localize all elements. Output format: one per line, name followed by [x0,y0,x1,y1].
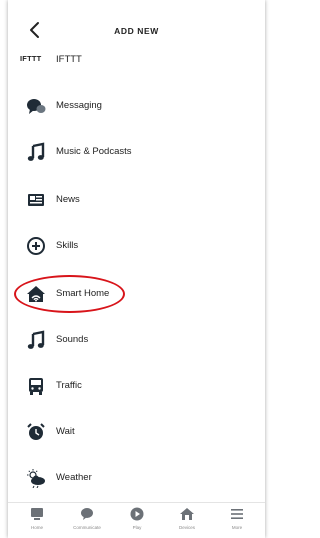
list-item-label: Weather [56,472,92,483]
list-item-skills[interactable]: Skills [8,226,265,266]
list-item-label: Messaging [56,100,102,111]
list-item-ifttt[interactable]: IFTTT IFTTT [8,40,265,80]
list-item-traffic[interactable]: Traffic [8,366,265,406]
bus-icon [29,378,43,395]
list-item-label: Wait [56,426,75,437]
music-note-icon [27,330,45,349]
ifttt-logo: IFTTT [20,54,42,63]
page-title: ADD NEW [114,26,159,36]
tab-communicate[interactable]: Communicate [62,507,112,538]
list-item-label: News [56,194,80,205]
tab-home[interactable]: Home [12,507,62,538]
devices-icon [180,508,194,520]
list-item-wait[interactable]: Wait [8,412,265,452]
bottom-tab-bar: Home Communicate Play Devices More [8,502,265,538]
tab-more[interactable]: More [212,507,262,538]
add-new-screen: ADD NEW IFTTT IFTTT Messaging Music & Po… [8,0,265,538]
list-item-label: Skills [56,240,79,251]
list-item-news[interactable]: News [8,180,265,220]
skills-plus-icon [27,237,45,255]
list-item-label: IFTTT [56,54,82,65]
play-icon [130,507,144,521]
music-note-icon [27,142,45,161]
list-item-weather[interactable]: Weather [8,458,265,498]
tab-label: Communicate [73,525,101,530]
menu-icon [231,509,243,519]
alarm-clock-icon [27,423,45,440]
list-item-label: Music & Podcasts [56,146,132,157]
highlight-circle [14,275,125,313]
tab-label: Devices [178,525,195,530]
home-icon [31,508,43,520]
list-item-messaging[interactable]: Messaging [8,86,265,126]
chat-icon [81,508,93,520]
list-item-label: Traffic [56,380,82,391]
tab-play[interactable]: Play [112,507,162,538]
chat-bubbles-icon [27,99,46,114]
tab-devices[interactable]: Devices [162,507,212,538]
tab-label: More [231,525,243,530]
tab-label: Play [132,525,142,530]
list-item-music-podcasts[interactable]: Music & Podcasts [8,132,265,172]
tab-label: Home [30,525,43,530]
list-item-sounds[interactable]: Sounds [8,320,265,360]
list-item-label: Sounds [56,334,89,345]
newspaper-icon [28,194,44,206]
weather-icon [27,469,45,488]
